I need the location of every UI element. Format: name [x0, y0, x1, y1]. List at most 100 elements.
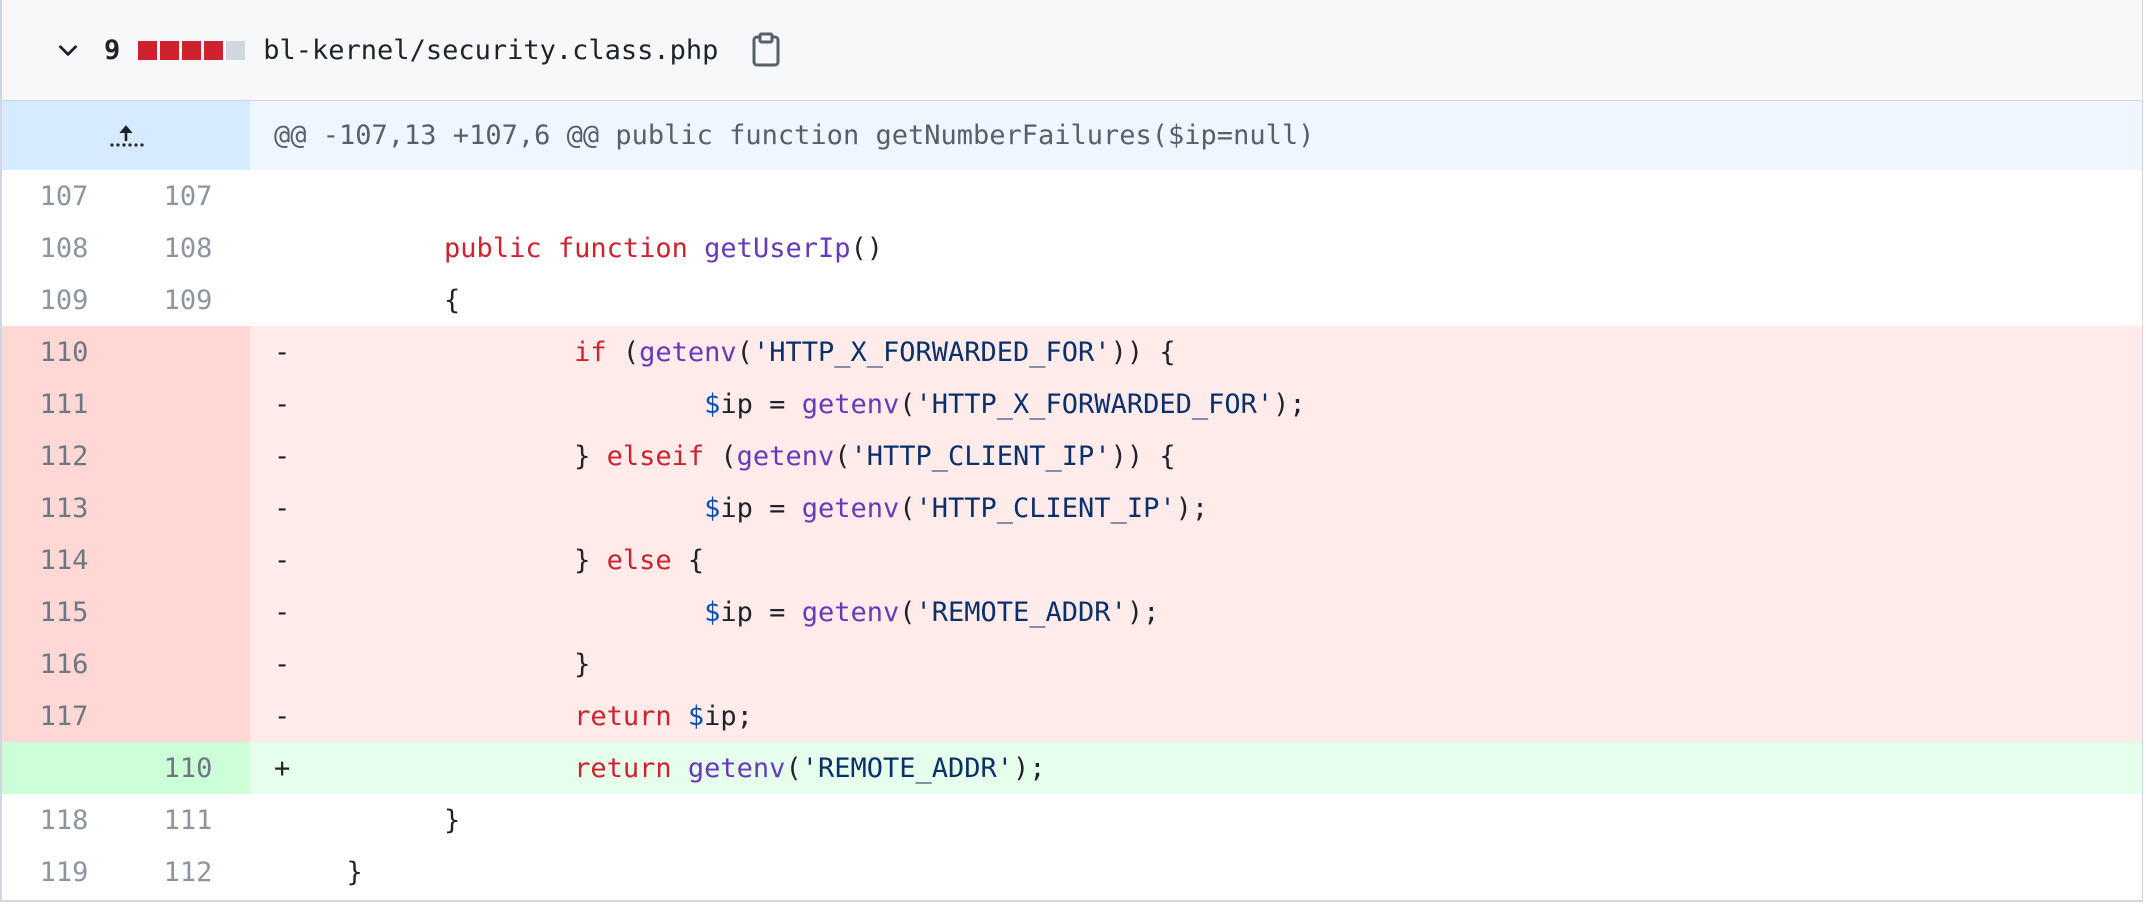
diffstat: [138, 40, 246, 60]
new-line-number[interactable]: [126, 690, 250, 742]
code-token-kw: elseif: [606, 440, 705, 472]
code-token-plain: {: [314, 284, 461, 316]
new-line-number[interactable]: [126, 638, 250, 690]
code-token-plain: }: [314, 648, 591, 680]
code-token-plain: );: [1273, 388, 1306, 420]
old-line-number[interactable]: 117: [2, 690, 126, 742]
code-token-plain: }: [314, 440, 607, 472]
code-token-kw: function: [557, 232, 688, 264]
diffstat-block-del: [160, 40, 180, 60]
code-token-plain: );: [1126, 596, 1160, 628]
code-text: public function getUserIp(): [314, 233, 883, 264]
code-cell: public function getUserIp(): [250, 222, 2142, 274]
code-text: if (getenv('HTTP_X_FORWARDED_FOR')) {: [314, 337, 1176, 368]
code-text: }: [314, 857, 363, 888]
diffstat-block-del: [138, 40, 158, 60]
diff-marker: -: [274, 492, 291, 524]
old-line-number[interactable]: 119: [2, 846, 126, 898]
code-token-plain: (): [850, 232, 883, 264]
code-token-plain: ip =: [720, 388, 802, 420]
old-line-number[interactable]: 116: [2, 638, 126, 690]
code-token-fn: getenv: [736, 440, 835, 472]
code-token-kw: if: [574, 336, 607, 368]
diff-line: 109 109 {: [2, 274, 2142, 326]
code-token-plain: );: [1175, 492, 1209, 524]
diff-line: 112 - } elseif (getenv('HTTP_CLIENT_IP'))…: [2, 430, 2142, 482]
hunk-row: @@ -107,13 +107,6 @@ public function get…: [2, 101, 2142, 170]
code-token-fn: getUserIp: [704, 232, 851, 264]
diff-line: 116 - }: [2, 638, 2142, 690]
chevron-down-icon[interactable]: [50, 32, 86, 68]
code-cell: - if (getenv('HTTP_X_FORWARDED_FOR')) {: [250, 326, 2142, 378]
code-token-plain: (: [606, 336, 640, 368]
code-token-plain: )) {: [1110, 336, 1176, 368]
new-line-number[interactable]: [126, 378, 250, 430]
diff-line: 113 - $ip = getenv('HTTP_CLIENT_IP');: [2, 482, 2142, 534]
new-line-number[interactable]: 112: [126, 846, 250, 898]
expand-up-icon[interactable]: [2, 101, 250, 170]
code-text: {: [314, 285, 460, 316]
code-cell: - $ip = getenv('REMOTE_ADDR');: [250, 586, 2142, 638]
diff-marker: +: [274, 752, 291, 784]
old-line-number[interactable]: [2, 742, 126, 794]
old-line-number[interactable]: 118: [2, 794, 126, 846]
code-text: $ip = getenv('HTTP_CLIENT_IP');: [314, 493, 1208, 524]
diff-line: 119 112 }: [2, 846, 2142, 898]
new-line-number[interactable]: [126, 586, 250, 638]
code-text: $ip = getenv('REMOTE_ADDR');: [314, 597, 1159, 628]
code-cell: }: [250, 794, 2142, 846]
new-line-number[interactable]: 109: [126, 274, 250, 326]
new-line-number[interactable]: 110: [126, 742, 250, 794]
code-token-var: $: [704, 596, 721, 628]
old-line-number[interactable]: 108: [2, 222, 126, 274]
diff-line: 108 108 public function getUserIp(): [2, 222, 2142, 274]
new-line-number[interactable]: [126, 534, 250, 586]
code-token-plain: }: [314, 804, 461, 836]
diff-line: 111 - $ip = getenv('HTTP_X_FORWARDED_FOR'…: [2, 378, 2142, 430]
diffstat-block-del: [204, 40, 224, 60]
diff-file-panel: 9 bl-kernel/security.class.php @@ -107,1…: [0, 0, 2143, 902]
code-cell: + return getenv('REMOTE_ADDR');: [250, 742, 2142, 794]
old-line-number[interactable]: 107: [2, 170, 126, 222]
new-line-number[interactable]: 111: [126, 794, 250, 846]
new-line-number[interactable]: [126, 430, 250, 482]
file-header: 9 bl-kernel/security.class.php: [2, 0, 2142, 101]
old-line-number[interactable]: 110: [2, 326, 126, 378]
code-token-plain: );: [1013, 752, 1046, 784]
code-token-plain: (: [704, 440, 737, 472]
code-cell: - return $ip;: [250, 690, 2142, 742]
diff-line: 110 + return getenv('REMOTE_ADDR');: [2, 742, 2142, 794]
new-line-number[interactable]: [126, 326, 250, 378]
old-line-number[interactable]: 112: [2, 430, 126, 482]
file-name[interactable]: bl-kernel/security.class.php: [263, 35, 718, 66]
old-line-number[interactable]: 115: [2, 586, 126, 638]
code-text: return $ip;: [314, 701, 753, 732]
code-cell: - } elseif (getenv('HTTP_CLIENT_IP')) {: [250, 430, 2142, 482]
new-line-number[interactable]: [126, 482, 250, 534]
old-line-number[interactable]: 113: [2, 482, 126, 534]
code-token-str: 'HTTP_X_FORWARDED_FOR': [915, 388, 1274, 420]
code-token-plain: ip =: [720, 596, 802, 628]
new-line-number[interactable]: 107: [126, 170, 250, 222]
code-token-str: 'HTTP_CLIENT_IP': [915, 492, 1176, 524]
hunk-header: @@ -107,13 +107,6 @@ public function get…: [250, 101, 2142, 170]
diff-line: 115 - $ip = getenv('REMOTE_ADDR');: [2, 586, 2142, 638]
old-line-number[interactable]: 114: [2, 534, 126, 586]
diffstat-block-neutral: [226, 40, 246, 60]
diff-table: @@ -107,13 +107,6 @@ public function get…: [2, 101, 2142, 898]
code-cell: [250, 170, 2142, 222]
copy-icon[interactable]: [748, 30, 784, 70]
code-cell: {: [250, 274, 2142, 326]
new-line-number[interactable]: 108: [126, 222, 250, 274]
code-token-fn: getenv: [639, 336, 737, 368]
code-token-kw: return: [574, 700, 672, 732]
old-line-number[interactable]: 111: [2, 378, 126, 430]
old-line-number[interactable]: 109: [2, 274, 126, 326]
